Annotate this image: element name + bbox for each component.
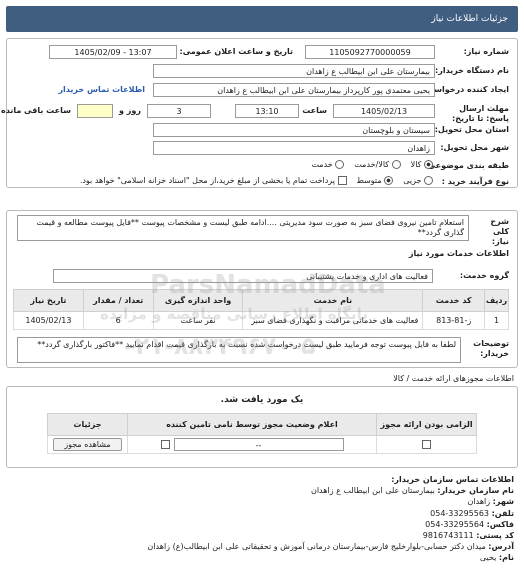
- deadline-label: مهلت ارسال پاسخ: تا تاریخ:: [452, 104, 509, 123]
- cell-status: --: [126, 435, 378, 454]
- category-radio-group: کالا کالا/خدمت خدمت: [311, 160, 433, 169]
- announce-datetime-field: 1405/02/09 - 13:07: [49, 45, 177, 59]
- creator-field: یحیی معتمدی پور کارپرداز بیمارستان علی ا…: [153, 83, 435, 97]
- col-header-required: الزامی بودن ارائه مجوز: [376, 413, 477, 436]
- checkbox-icon: [337, 176, 347, 185]
- deadline-date-field: 1405/02/13: [333, 104, 435, 118]
- deadline-time-field: 13:10: [235, 104, 299, 118]
- page: جزئیات اطلاعات نیاز شماره نیاز: 11050927…: [0, 0, 524, 576]
- service-group-field: فعالیت های اداری و خدمات پشتیبانی: [53, 269, 433, 283]
- buyer-notes-label: توضیحات خریدار:: [473, 339, 509, 358]
- permits-table-header: الزامی بودن ارائه مجوز اعلام وضعیت مجوز …: [47, 413, 477, 436]
- process-option-minor[interactable]: جزیی: [403, 176, 433, 185]
- contact-city-line: شهر: زاهدان: [467, 497, 514, 507]
- contact-org-line: نام سازمان خریدار: بیمارستان علی ابن ابی…: [310, 486, 514, 496]
- cell-details: مشاهده مجوز: [47, 435, 128, 454]
- checkbox-icon: [422, 440, 432, 449]
- contact-section-title: اطلاعات تماس سازمان خریدار:: [391, 475, 514, 484]
- creator-label: ایجاد کننده درخواست:: [422, 85, 510, 94]
- cell-date: 1405/02/13: [13, 311, 84, 330]
- summary-text: استعلام تامین نیروی فضای سبز به صورت سود…: [17, 215, 469, 241]
- radio-selected-icon: [424, 160, 433, 169]
- buyer-org-field: بیمارستان علی ابن ابیطالب ع زاهدان: [153, 64, 435, 78]
- permits-count-text: یک مورد یافت شد.: [220, 395, 304, 405]
- contact-name-line: نام: یحیی: [479, 553, 514, 563]
- announce-datetime-label: تاریخ و ساعت اعلان عمومی:: [179, 47, 294, 56]
- need-number-field: 1105092770000059: [305, 45, 435, 59]
- col-header-date: تاریخ نیاز: [13, 289, 84, 312]
- col-header-quantity: تعداد / مقدار: [82, 289, 154, 312]
- radio-icon: [391, 160, 401, 169]
- cell-unit: نفر ساعت: [152, 311, 244, 330]
- category-option-goods-service[interactable]: کالا/خدمت: [354, 160, 401, 169]
- contact-phone-line: تلفن: 054-33295563: [430, 508, 514, 518]
- col-header-row: ردیف: [484, 289, 509, 312]
- treasury-payment-checkbox[interactable]: پرداخت تمام یا بخشی از مبلغ خرید،از محل …: [80, 176, 347, 185]
- city-field: زاهدان: [153, 141, 435, 155]
- city-label: شهر محل تحویل:: [440, 143, 509, 152]
- need-details-panel: شماره نیاز: 1105092770000059 تاریخ و ساع…: [1, 38, 518, 188]
- table-row: 1 ز-81-813 فعالیت های خدماتی مراقبت و نگ…: [13, 311, 509, 330]
- process-option-medium[interactable]: متوسط: [357, 176, 394, 185]
- need-summary-panel: شرح کلی نیاز: استعلام تامین نیروی فضای س…: [6, 210, 518, 368]
- contact-fax-line: فاکس: 054-33295564: [425, 519, 514, 529]
- buyer-org-label: نام دستگاه خریدار:: [435, 66, 509, 75]
- service-group-label: گروه خدمت:: [459, 271, 509, 280]
- col-header-details: جزئیات: [47, 413, 128, 436]
- contact-address-line: آدرس: میدان دکتر حسابی-بلوارخلیج فارس-بی…: [147, 542, 514, 552]
- cell-code: ز-81-813: [422, 311, 486, 330]
- col-header-name: نام خدمت: [242, 289, 424, 312]
- radio-icon: [335, 160, 345, 169]
- remaining-days-label: روز و: [119, 106, 141, 115]
- permits-section-title: اطلاعات مجوزهای ارائه خدمت / کالا: [393, 374, 514, 383]
- services-table-header: ردیف کد خدمت نام خدمت واحد اندازه گیری ت…: [13, 289, 509, 312]
- table-row: -- مشاهده مجوز: [47, 435, 477, 454]
- cell-row: 1: [484, 311, 509, 330]
- services-table: ردیف کد خدمت نام خدمت واحد اندازه گیری ت…: [13, 289, 509, 330]
- summary-label: شرح کلی نیاز:: [490, 217, 509, 246]
- process-radio-group: جزیی متوسط پرداخت تمام یا بخشی از مبلغ خ…: [80, 176, 433, 185]
- permit-status-select[interactable]: --: [173, 438, 344, 451]
- category-label: طبقه بندی موضوعی:: [424, 161, 509, 170]
- cell-quantity: 6: [82, 311, 154, 330]
- col-header-status: اعلام وضعیت مجوز توسط نامی تامین کننده: [126, 413, 378, 436]
- cell-name: فعالیت های خدماتی مراقبت و نگهداری فضای …: [242, 311, 424, 330]
- view-permit-button[interactable]: مشاهده مجوز: [53, 438, 122, 451]
- province-label: استان محل تحویل:: [434, 125, 509, 134]
- page-header: جزئیات اطلاعات نیاز: [6, 6, 518, 32]
- page-title: جزئیات اطلاعات نیاز: [431, 14, 508, 24]
- category-option-service[interactable]: خدمت: [311, 160, 345, 169]
- remaining-hours-label: ساعت باقی مانده: [0, 106, 71, 115]
- buyer-contact-section: اطلاعات تماس سازمان خریدار: نام سازمان خ…: [14, 474, 514, 564]
- col-header-code: کد خدمت: [422, 289, 486, 312]
- need-number-label: شماره نیاز:: [463, 47, 509, 56]
- checkbox-icon[interactable]: [160, 440, 170, 449]
- permits-table: الزامی بودن ارائه مجوز اعلام وضعیت مجوز …: [47, 413, 477, 454]
- category-option-goods[interactable]: کالا: [411, 160, 433, 169]
- cell-required: [376, 435, 477, 454]
- contact-postal-line: کد پستی: 9816743111: [422, 530, 514, 540]
- buyer-contact-link[interactable]: اطلاعات تماس خریدار: [58, 85, 145, 94]
- radio-selected-icon: [384, 176, 394, 185]
- permits-panel: یک مورد یافت شد. الزامی بودن ارائه مجوز …: [6, 386, 518, 468]
- buyer-notes-text: لطفا به فایل پیوست توجه فرمایید طبق لیست…: [17, 337, 461, 363]
- services-section-title: اطلاعات خدمات مورد نیاز: [408, 249, 509, 258]
- process-label: نوع فرآیند خرید :: [441, 177, 509, 186]
- province-field: سیستان و بلوچستان: [153, 123, 435, 137]
- remaining-days-field: 3: [147, 104, 211, 118]
- deadline-time-label: ساعت: [302, 106, 327, 115]
- remaining-hours-field: [77, 104, 113, 118]
- radio-icon: [424, 176, 433, 185]
- col-header-unit: واحد اندازه گیری: [152, 289, 244, 312]
